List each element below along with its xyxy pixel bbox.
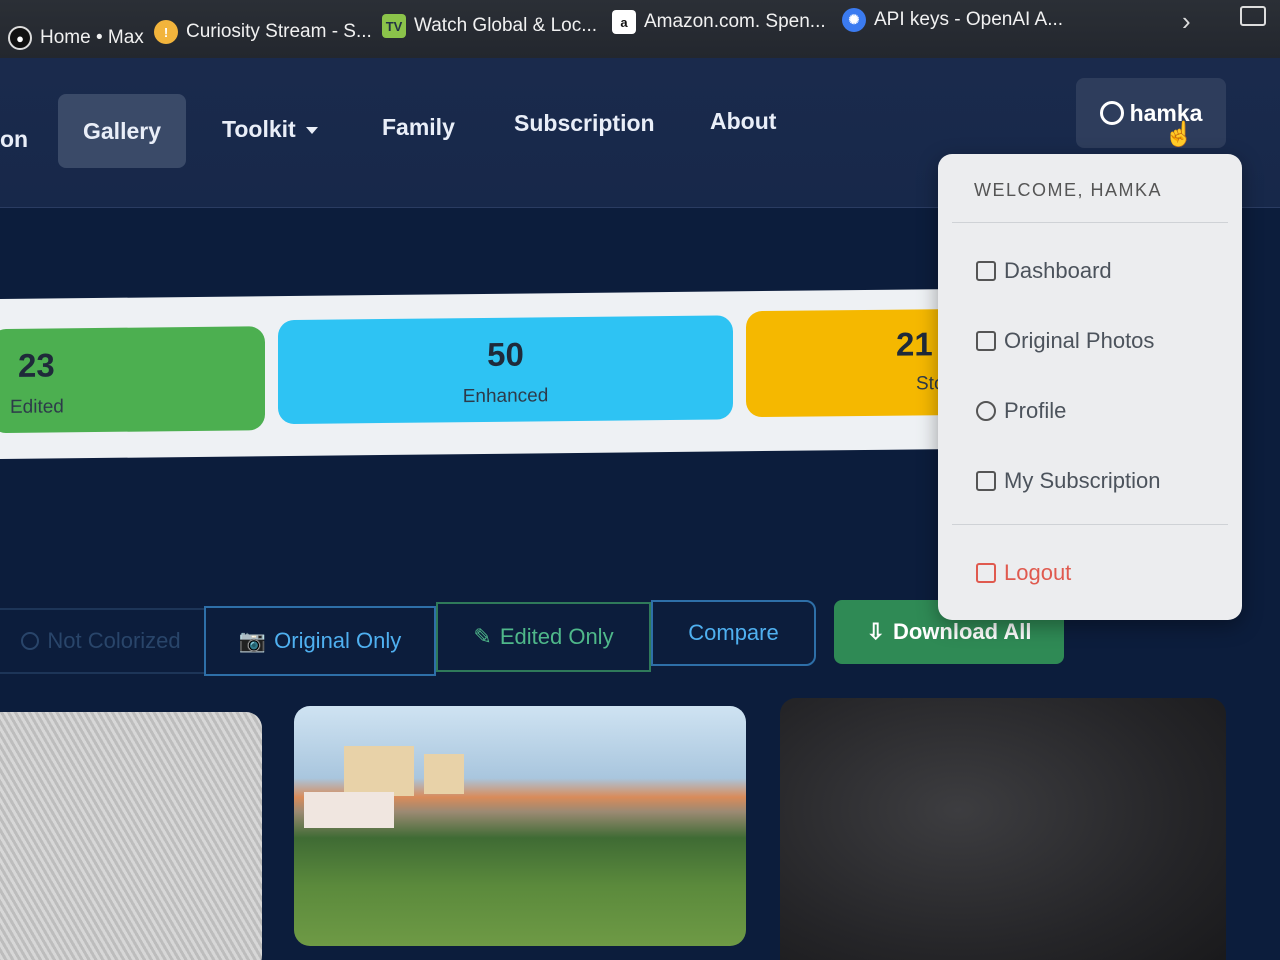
filter-original-only[interactable]: 📷 Original Only xyxy=(204,606,436,676)
stat-card-stored: 21 Sto xyxy=(746,308,966,418)
home-icon xyxy=(976,261,996,281)
nav-family[interactable]: Family xyxy=(382,114,455,141)
stat-card-enhanced: 50 Enhanced xyxy=(278,315,733,425)
brand-name[interactable]: on xyxy=(0,126,28,153)
photo-detail xyxy=(304,792,394,828)
bookmark-label: Amazon.com. Spen... xyxy=(644,11,826,32)
filter-label: Not Colorized xyxy=(47,628,181,653)
stat-value: 21 xyxy=(896,325,933,363)
filter-not-colorized[interactable]: Not Colorized xyxy=(0,608,204,674)
dropdown-item-label: Profile xyxy=(1004,398,1067,423)
bookmarks-bar: ● Home • Max ! Curiosity Stream - S... T… xyxy=(0,0,1280,58)
caret-down-icon xyxy=(305,127,318,135)
download-all-label: Download All xyxy=(892,619,1032,644)
dropdown-item-label: Dashboard xyxy=(1004,258,1112,283)
filter-compare[interactable]: Compare xyxy=(651,600,816,666)
user-dropdown-menu: WELCOME, HAMKA Dashboard Original Photos… xyxy=(938,154,1242,620)
bookmark-label: Home • Max xyxy=(40,27,144,48)
chevron-right-icon[interactable]: › xyxy=(1182,6,1191,37)
mouse-cursor-icon: ☝ xyxy=(1164,121,1194,148)
dropdown-item-label: Logout xyxy=(1004,560,1072,585)
user-circle-icon xyxy=(1099,101,1124,125)
dropdown-welcome: WELCOME, HAMKA xyxy=(974,180,1163,200)
camera-icon: 📷 xyxy=(238,628,267,653)
person-icon xyxy=(976,401,996,421)
folder-icon[interactable] xyxy=(1240,6,1266,26)
stat-label: Edited xyxy=(10,396,64,418)
logout-icon xyxy=(976,563,996,583)
cloud-download-icon: ⇩ xyxy=(866,619,885,644)
filter-label: Edited Only xyxy=(499,624,614,649)
stat-value: 50 xyxy=(487,335,524,373)
bookmark-openai[interactable]: ✺ API keys - OpenAI A... xyxy=(842,8,1063,32)
nav-toolkit[interactable]: Toolkit xyxy=(222,116,318,143)
dropdown-item-label: My Subscription xyxy=(1004,468,1161,493)
bookmark-label: Watch Global & Loc... xyxy=(414,15,598,36)
tv-icon: TV xyxy=(382,14,406,38)
stat-label: Enhanced xyxy=(462,385,549,408)
bookmark-amazon[interactable]: a Amazon.com. Spen... xyxy=(612,10,826,34)
stat-card-edited: 23 Edited xyxy=(0,326,265,434)
filter-label: Original Only xyxy=(274,628,402,653)
pencil-icon: ✎ xyxy=(473,624,492,649)
stats-strip: 23 Edited 50 Enhanced 21 Sto xyxy=(0,288,966,460)
max-icon: ● xyxy=(8,26,32,50)
amazon-icon: a xyxy=(612,10,636,34)
dropdown-item-dashboard[interactable]: Dashboard xyxy=(976,258,1112,284)
nav-gallery[interactable]: Gallery xyxy=(58,94,186,168)
photo-detail xyxy=(344,746,414,796)
bookmark-watch-global[interactable]: TV Watch Global & Loc... xyxy=(382,14,597,38)
dropdown-item-label: Original Photos xyxy=(1004,328,1155,353)
stat-value: 23 xyxy=(18,346,55,384)
dropdown-item-logout[interactable]: Logout xyxy=(976,560,1071,586)
image-icon xyxy=(976,331,996,351)
bookmark-label: API keys - OpenAI A... xyxy=(874,9,1064,30)
openai-icon: ✺ xyxy=(842,8,866,32)
gallery-photo-card[interactable] xyxy=(0,712,262,960)
nav-about[interactable]: About xyxy=(710,108,776,135)
gallery-photo-card[interactable] xyxy=(780,698,1226,960)
bookmark-home-max[interactable]: ● Home • Max xyxy=(8,26,144,50)
gallery-photo-card[interactable] xyxy=(294,706,746,946)
nav-gallery-label: Gallery xyxy=(83,117,161,144)
user-menu-button[interactable]: hamka xyxy=(1076,78,1226,148)
nav-subscription[interactable]: Subscription xyxy=(514,110,655,137)
filter-label: Compare xyxy=(688,620,779,645)
credit-card-icon xyxy=(976,471,996,491)
bookmark-curiosity-stream[interactable]: ! Curiosity Stream - S... xyxy=(154,20,372,44)
bookmark-label: Curiosity Stream - S... xyxy=(186,21,372,42)
dropdown-item-original-photos[interactable]: Original Photos xyxy=(976,328,1154,354)
divider xyxy=(952,222,1228,223)
photo-detail xyxy=(424,754,464,794)
filter-edited-only[interactable]: ✎ Edited Only xyxy=(436,602,651,672)
dropdown-item-profile[interactable]: Profile xyxy=(976,398,1066,424)
divider xyxy=(952,524,1228,525)
nav-toolkit-label: Toolkit xyxy=(222,116,296,142)
curiosity-icon: ! xyxy=(154,20,178,44)
dropdown-item-my-subscription[interactable]: My Subscription xyxy=(976,468,1161,494)
circle-icon xyxy=(21,632,40,650)
